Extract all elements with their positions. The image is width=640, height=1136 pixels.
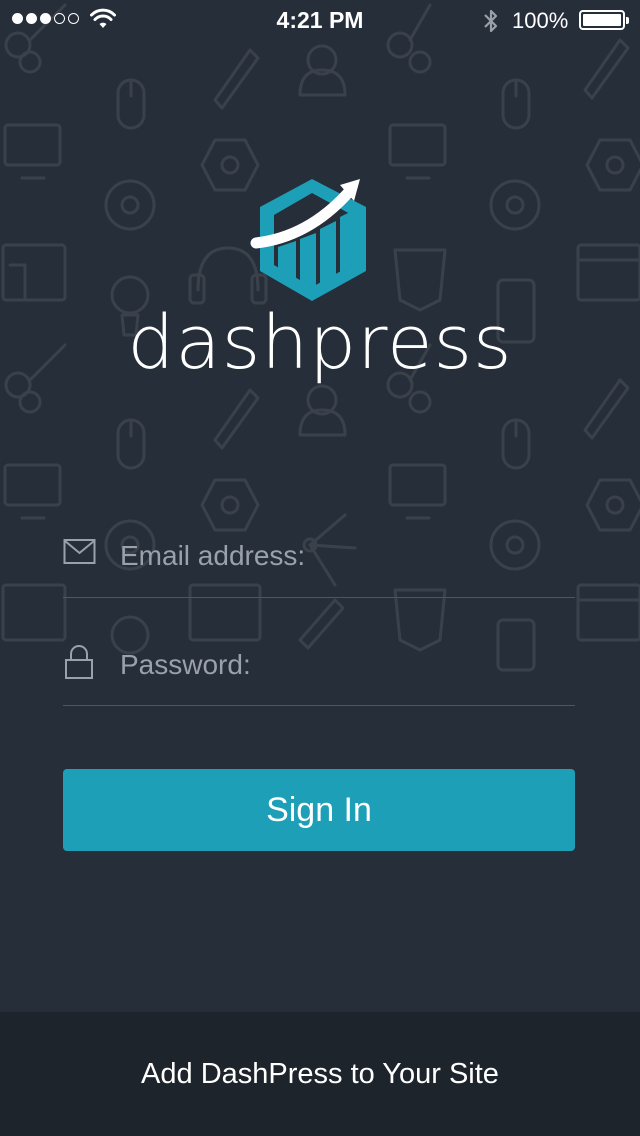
password-field-row xyxy=(63,645,575,706)
brand-wordmark: dashpress xyxy=(127,300,513,386)
lock-icon xyxy=(65,645,93,679)
battery-icon xyxy=(579,10,629,30)
footer-bar: Add DashPress to Your Site xyxy=(0,1012,640,1136)
sign-in-button[interactable]: Sign In xyxy=(63,769,575,851)
password-input[interactable] xyxy=(120,645,560,685)
email-input[interactable] xyxy=(120,536,560,576)
battery-percent: 100% xyxy=(512,8,569,33)
dashpress-logo-icon xyxy=(250,179,366,301)
envelope-icon xyxy=(63,539,96,564)
bluetooth-icon xyxy=(484,9,498,33)
add-dashpress-link[interactable]: Add DashPress to Your Site xyxy=(141,1058,499,1091)
email-field-row xyxy=(63,536,575,598)
background-pattern xyxy=(1,3,640,672)
status-bar: 4:21 PM 100% xyxy=(0,0,640,40)
